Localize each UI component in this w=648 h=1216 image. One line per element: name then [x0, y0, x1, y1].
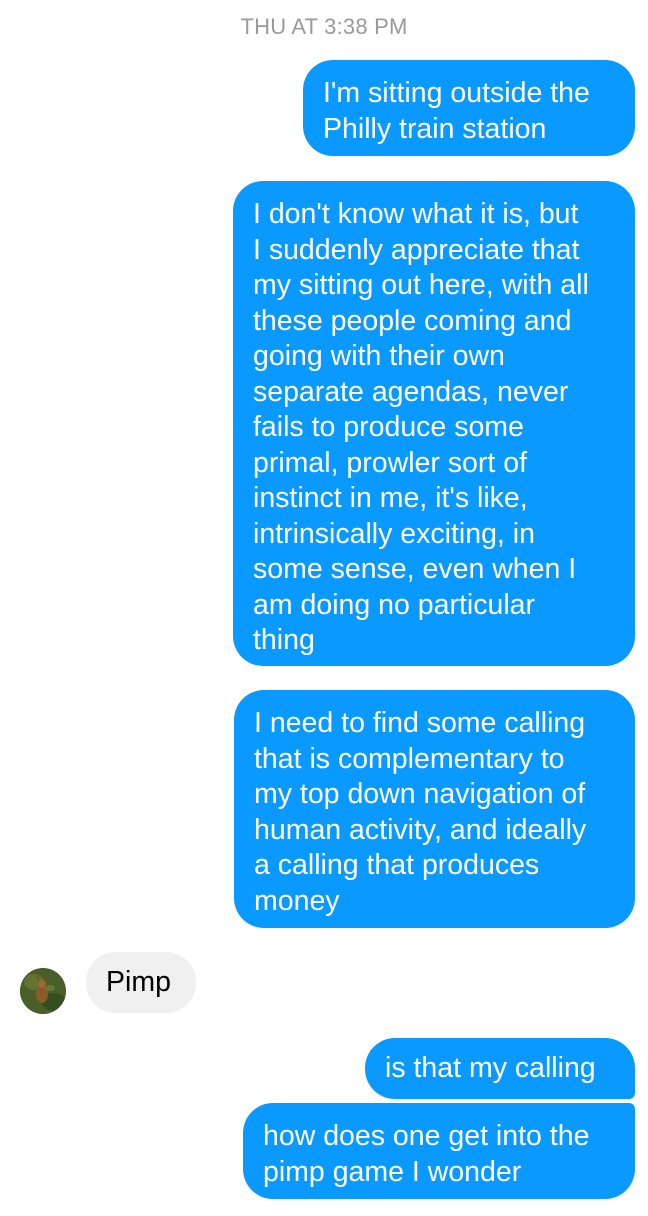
contact-avatar[interactable]: [20, 968, 66, 1014]
outgoing-message-bubble[interactable]: how does one get into the pimp game I wo…: [243, 1103, 635, 1199]
message-timestamp: THU AT 3:38 PM: [240, 14, 408, 39]
outgoing-message-bubble[interactable]: I'm sitting outside the Philly train sta…: [303, 60, 635, 156]
outgoing-message-bubble[interactable]: I don't know what it is, but I suddenly …: [233, 181, 635, 666]
incoming-message-bubble[interactable]: Pimp: [86, 952, 196, 1013]
outgoing-message-bubble[interactable]: is that my calling: [365, 1038, 635, 1099]
outgoing-message-bubble[interactable]: I need to find some calling that is comp…: [234, 690, 635, 928]
avatar-photo-icon: [20, 968, 66, 1014]
